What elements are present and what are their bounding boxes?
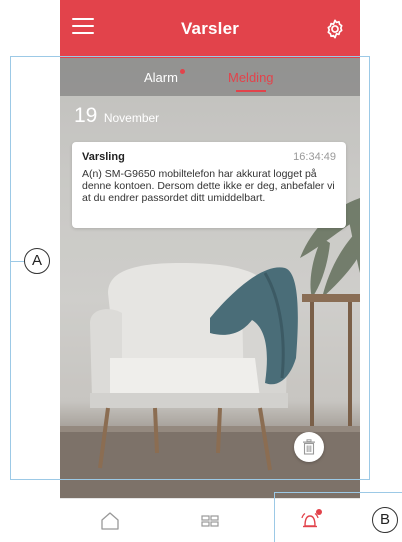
tab-bar: Alarm Melding <box>60 58 360 96</box>
page-title: Varsler <box>180 19 240 38</box>
notification-text: A(n) SM-G9650 mobiltelefon har akkurat l… <box>82 168 335 204</box>
notification-list-area: Alarm Melding 19 November Varsling 16:34… <box>60 58 360 498</box>
notification-time: 16:34:49 <box>293 151 336 163</box>
tab-alarm[interactable]: Alarm <box>144 69 185 85</box>
app-screen: Varsler Alarm Melding 19 November Varsli… <box>60 0 360 542</box>
nav-devices[interactable] <box>160 499 260 542</box>
tab-melding[interactable]: Melding <box>228 70 274 92</box>
alerts-badge-dot <box>316 509 322 515</box>
tab-melding-label: Melding <box>228 70 274 85</box>
notification-title: Varsling <box>82 151 125 163</box>
date-month: November <box>103 111 160 125</box>
home-icon <box>101 512 119 530</box>
gear-icon[interactable] <box>324 18 346 40</box>
callout-label-a: A <box>24 248 50 274</box>
date-header: 19 November <box>74 104 159 128</box>
active-tab-indicator <box>236 90 266 92</box>
grid-icon <box>201 515 219 527</box>
nav-home[interactable] <box>60 499 160 542</box>
callout-label-b: B <box>372 507 398 533</box>
date-day: 19 <box>74 104 98 127</box>
trash-icon[interactable] <box>294 432 324 462</box>
tab-alarm-label: Alarm <box>144 70 178 85</box>
bottom-navigation <box>60 498 360 542</box>
app-header: Varsler <box>60 0 360 58</box>
nav-alerts[interactable] <box>260 499 360 542</box>
notification-card[interactable]: Varsling 16:34:49 A(n) SM-G9650 mobiltel… <box>72 142 346 228</box>
callout-line-a <box>10 261 24 262</box>
alarm-badge-dot <box>179 69 185 74</box>
callout-line-b <box>274 492 402 493</box>
